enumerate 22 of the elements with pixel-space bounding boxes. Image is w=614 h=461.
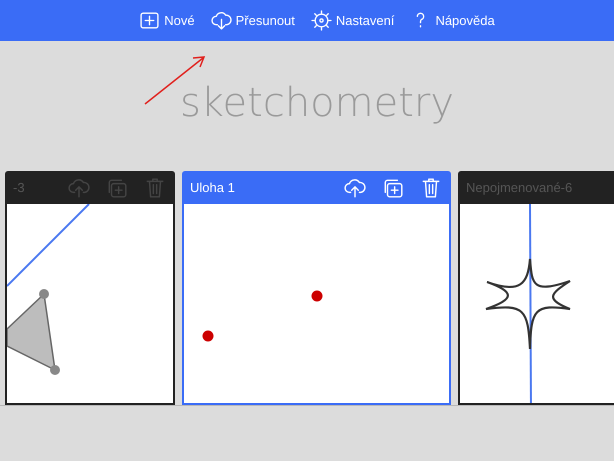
- point: [312, 290, 322, 302]
- plus-square-icon: [139, 10, 160, 31]
- app-logo: sketchometry: [180, 83, 454, 123]
- delete-button[interactable]: [420, 176, 442, 198]
- settings-icon: [310, 10, 332, 31]
- upload-button[interactable]: [344, 176, 366, 198]
- cloud-upload-icon: [344, 176, 366, 198]
- duplicate-icon: [382, 176, 404, 198]
- toolbar-button[interactable]: Nápověda: [410, 10, 495, 31]
- toolbar-button[interactable]: Přesunout: [210, 10, 295, 31]
- duplicate-button[interactable]: [382, 176, 404, 198]
- toolbar-button[interactable]: Nové: [139, 10, 195, 31]
- sketch-canvas[interactable]: [458, 204, 614, 405]
- cloud-download-icon: [210, 10, 232, 31]
- cloud-upload-icon: [68, 176, 90, 198]
- point: [202, 330, 214, 342]
- trash-icon: [144, 176, 166, 198]
- toolbar-button[interactable]: Nastavení: [310, 10, 394, 31]
- trash-icon: [420, 176, 442, 198]
- sketch-canvas[interactable]: [5, 204, 175, 405]
- duplicate-icon: [106, 176, 128, 198]
- card-title: Uloha 1: [190, 178, 236, 197]
